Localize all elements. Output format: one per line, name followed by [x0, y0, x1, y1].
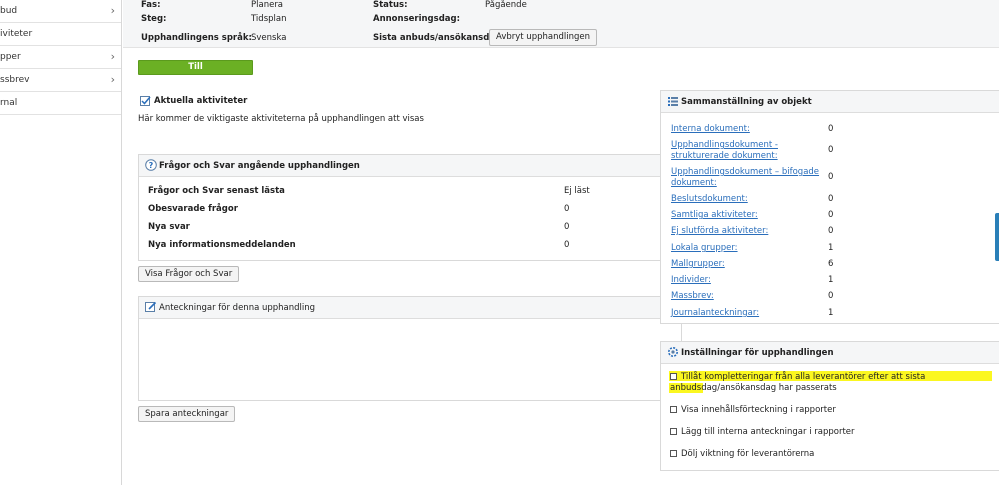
sidebar-item-label: pper	[0, 52, 21, 62]
notes-panel-header: Anteckningar för denna upphandling	[139, 297, 681, 319]
summary-link-samtliga-aktiviteter[interactable]: Samtliga aktiviteter:	[671, 210, 821, 221]
qa-title: Frågor och Svar angående upphandlingen	[159, 161, 360, 171]
activities-text: Här kommer de viktigaste aktiviteterna p…	[138, 114, 424, 124]
summary-count: 0	[828, 172, 834, 182]
sidebar-item-label: iviteter	[0, 29, 33, 39]
svg-text:?: ?	[149, 161, 154, 170]
abort-procurement-button[interactable]: Avbryt upphandlingen	[489, 29, 597, 46]
summary-link-mallgrupper[interactable]: Mallgrupper:	[671, 259, 821, 270]
qa-row-label: Obesvarade frågor	[148, 204, 238, 214]
steg-value: Tidsplan	[251, 14, 287, 24]
fas-label: Fas:	[141, 0, 161, 10]
summary-count: 1	[828, 308, 834, 318]
summary-count: 0	[828, 145, 834, 155]
summary-count: 0	[828, 291, 834, 301]
annonseringsdag-label: Annonseringsdag:	[373, 14, 461, 24]
chevron-right-icon: ›	[110, 73, 115, 86]
summary-link-massbrev[interactable]: Massbrev:	[671, 291, 821, 302]
side-panel-tab[interactable]	[995, 213, 999, 261]
qa-panel-header: ? Frågor och Svar angående upphandlingen	[139, 155, 681, 177]
summary-count: 0	[828, 124, 834, 134]
qa-row-value: 0	[564, 240, 570, 250]
sidebar-item-journal[interactable]: rnal	[0, 92, 121, 115]
checkbox[interactable]	[670, 373, 677, 380]
list-icon	[668, 97, 678, 106]
summary-title: Sammanställning av objekt	[681, 97, 812, 107]
chevron-right-icon: ›	[110, 50, 115, 63]
summary-link-ej-slutforda-aktiviteter[interactable]: Ej slutförda aktiviteter:	[671, 226, 821, 237]
checkbox[interactable]	[670, 406, 677, 413]
summary-link-strukturerade-dokument[interactable]: Upphandlingsdokument - strukturerade dok…	[671, 140, 821, 162]
steg-label: Steg:	[141, 14, 167, 24]
summary-link-lokala-grupper[interactable]: Lokala grupper:	[671, 243, 821, 254]
qa-row-value: Ej läst	[564, 186, 590, 196]
question-bubble-icon: ?	[145, 159, 157, 171]
sidebar-item-anbud[interactable]: bud ›	[0, 0, 121, 23]
save-notes-button[interactable]: Spara anteckningar	[138, 406, 236, 422]
setting-label: Dölj viktning för leverantörerna	[681, 449, 815, 459]
setting-allow-supplements[interactable]: Tillåt kompletteringar från alla leveran…	[670, 372, 992, 394]
summary-count: 1	[828, 275, 834, 285]
summary-count: 0	[828, 226, 834, 236]
activities-title: Aktuella aktiviteter	[154, 96, 248, 106]
notes-textarea[interactable]	[140, 320, 680, 399]
settings-title: Inställningar för upphandlingen	[681, 348, 834, 358]
qa-row-label: Nya svar	[148, 222, 190, 232]
sidebar-item-aktiviteter[interactable]: iviteter	[0, 23, 121, 46]
sprak-label: Upphandlingens språk:	[141, 33, 252, 43]
sidebar: bud › iviteter pper › ssbrev › rnal	[0, 0, 122, 485]
sprak-value: Svenska	[251, 33, 287, 43]
gear-icon	[668, 347, 678, 357]
summary-link-interna-dokument[interactable]: Interna dokument:	[671, 124, 821, 135]
show-qa-button[interactable]: Visa Frågor och Svar	[138, 266, 240, 282]
sidebar-item-label: rnal	[0, 98, 18, 108]
sidebar-item-label: ssbrev	[0, 75, 30, 85]
to-process-button[interactable]: Till upphandlingsprocessen	[138, 60, 253, 85]
qa-row-value: 0	[564, 204, 570, 214]
setting-label: Tillåt kompletteringar från alla leveran…	[670, 372, 926, 393]
summary-link-bifogade-dokument[interactable]: Upphandlingsdokument – bifogade dokument…	[671, 167, 821, 189]
edit-note-icon	[145, 301, 157, 312]
setting-internal-notes[interactable]: Lägg till interna anteckningar i rapport…	[670, 427, 855, 437]
setting-label: Lägg till interna anteckningar i rapport…	[681, 427, 855, 437]
qa-row-value: 0	[564, 222, 570, 232]
summary-link-individer[interactable]: Individer:	[671, 275, 821, 286]
status-label: Status:	[373, 0, 408, 10]
qa-row-label: Nya informationsmeddelanden	[148, 240, 296, 250]
qa-panel: ? Frågor och Svar angående upphandlingen…	[138, 154, 682, 261]
status-value: Pågående	[485, 0, 527, 10]
notes-panel: Anteckningar för denna upphandling	[138, 296, 682, 401]
sidebar-item-grupper[interactable]: pper ›	[0, 46, 121, 69]
qa-row-label: Frågor och Svar senast lästa	[148, 186, 285, 196]
chevron-right-icon: ›	[110, 4, 115, 17]
summary-count: 0	[828, 194, 834, 204]
summary-count: 0	[828, 210, 834, 220]
sidebar-item-label: bud	[0, 6, 18, 16]
summary-link-journalanteckningar[interactable]: Journalanteckningar:	[671, 308, 821, 319]
procurement-info: Fas: Planera Status: Pågående Steg: Tids…	[123, 0, 999, 48]
fas-value: Planera	[251, 0, 284, 10]
notes-title: Anteckningar för denna upphandling	[159, 303, 316, 313]
summary-link-beslutsdokument[interactable]: Beslutsdokument:	[671, 194, 821, 205]
setting-label: Visa innehållsförteckning i rapporter	[681, 405, 836, 415]
setting-hide-weighting[interactable]: Dölj viktning för leverantörerna	[670, 449, 814, 459]
summary-count: 1	[828, 243, 834, 253]
setting-show-toc[interactable]: Visa innehållsförteckning i rapporter	[670, 405, 836, 415]
checkbox[interactable]	[670, 428, 677, 435]
sidebar-item-massbrev[interactable]: ssbrev ›	[0, 69, 121, 92]
summary-panel-header: Sammanställning av objekt	[661, 91, 999, 113]
settings-panel-header: Inställningar för upphandlingen	[661, 342, 999, 364]
checklist-icon	[140, 96, 151, 106]
checkbox[interactable]	[670, 450, 677, 457]
summary-count: 6	[828, 259, 834, 269]
sista-anbudsdag-label: Sista anbuds/ansökansdag:	[373, 33, 505, 43]
